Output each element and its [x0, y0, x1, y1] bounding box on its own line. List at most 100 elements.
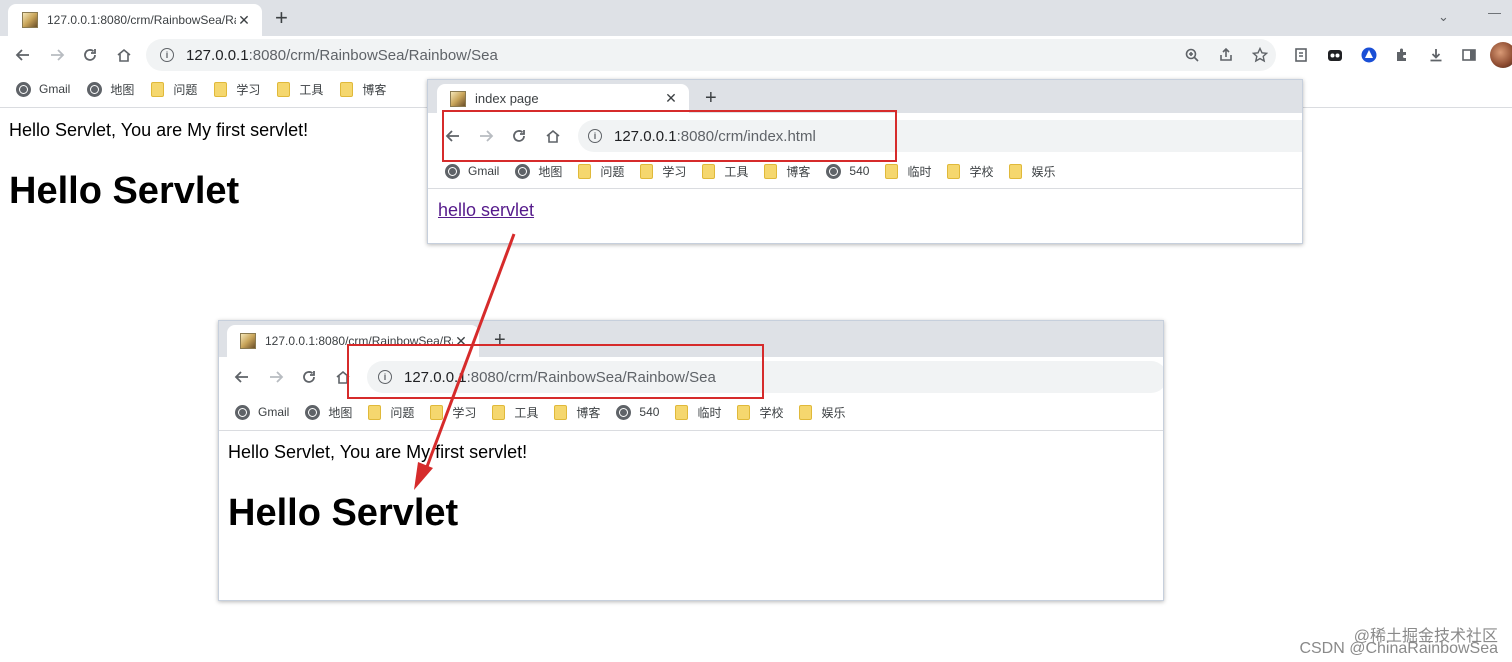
- bookmark-folder-tools[interactable]: 工具: [277, 81, 323, 98]
- extensions-puzzle-icon[interactable]: [1391, 44, 1413, 66]
- main-bookmarks-bar: Gmail 地图 问题 学习 工具 博客: [16, 80, 386, 98]
- globe-icon: [515, 163, 531, 179]
- bookmark-folder-questions[interactable]: 问题: [578, 163, 624, 180]
- bookmark-gmail[interactable]: Gmail: [16, 81, 70, 97]
- main-tab-strip: 127.0.0.1:8080/crm/RainbowSea/Rainbow/Se…: [0, 0, 1512, 36]
- close-icon[interactable]: ✕: [663, 90, 679, 107]
- bookmark-folder-study[interactable]: 学习: [640, 163, 686, 180]
- index-url-highlight-box: [442, 110, 897, 162]
- globe-icon: [16, 81, 31, 97]
- bookmark-folder-tools[interactable]: 工具: [702, 163, 748, 180]
- folder-icon: [702, 163, 716, 179]
- folder-icon: [764, 163, 778, 179]
- forward-icon[interactable]: [46, 44, 68, 66]
- result-toolbar-divider: [219, 430, 1163, 431]
- chevron-down-icon[interactable]: ⌄: [1438, 9, 1449, 25]
- bookmark-folder-blog[interactable]: 博客: [340, 81, 386, 98]
- result-paragraph: Hello Servlet, You are My first servlet!: [228, 442, 528, 462]
- folder-icon: [340, 81, 354, 97]
- bookmark-folder-blog[interactable]: 博客: [764, 163, 810, 180]
- close-icon[interactable]: ✕: [236, 12, 252, 28]
- result-heading: Hello Servlet: [228, 492, 459, 534]
- site-favicon-icon: [450, 90, 466, 107]
- folder-icon: [885, 163, 899, 179]
- home-icon[interactable]: [113, 44, 135, 66]
- globe-icon: [826, 163, 842, 179]
- bookmark-map[interactable]: 地图: [87, 81, 134, 98]
- folder-icon: [492, 404, 506, 420]
- bookmark-folder-temp[interactable]: 临时: [885, 163, 931, 180]
- main-tab[interactable]: 127.0.0.1:8080/crm/RainbowSea/Rainbow/Se…: [8, 4, 262, 36]
- globe-icon: [616, 404, 632, 420]
- result-url-highlight-box: [347, 344, 764, 399]
- folder-icon: [554, 404, 568, 420]
- folder-icon: [737, 404, 751, 420]
- reload-icon[interactable]: [298, 366, 320, 388]
- reload-icon[interactable]: [79, 44, 101, 66]
- globe-icon: [87, 81, 103, 97]
- folder-icon: [368, 404, 382, 420]
- bookmark-540[interactable]: 540: [616, 404, 659, 420]
- extension-app-icon[interactable]: [1324, 44, 1346, 66]
- bookmark-star-icon[interactable]: [1249, 44, 1271, 66]
- folder-icon: [151, 81, 165, 97]
- index-bookmarks-bar: Gmail 地图 问题 学习 工具 博客 540 临时 学校 娱乐: [445, 162, 1056, 180]
- folder-icon: [578, 163, 592, 179]
- bookmark-map[interactable]: 地图: [515, 163, 562, 180]
- bookmark-map[interactable]: 地图: [305, 404, 352, 421]
- address-bar[interactable]: i 127.0.0.1:8080/crm/RainbowSea/Rainbow/…: [146, 39, 1276, 71]
- zoom-icon[interactable]: [1181, 44, 1203, 66]
- index-tab-title: index page: [475, 91, 539, 106]
- forward-icon[interactable]: [265, 366, 287, 388]
- index-tab[interactable]: index page ✕: [437, 84, 689, 113]
- bookmark-folder-tools[interactable]: 工具: [492, 404, 538, 421]
- index-toolbar-divider: [428, 188, 1302, 189]
- folder-icon: [1009, 163, 1023, 179]
- side-panel-icon[interactable]: [1458, 44, 1480, 66]
- bookmark-folder-questions[interactable]: 问题: [368, 404, 414, 421]
- globe-icon: [445, 163, 460, 179]
- folder-icon: [799, 404, 813, 420]
- back-icon[interactable]: [12, 44, 34, 66]
- bookmark-folder-questions[interactable]: 问题: [151, 81, 197, 98]
- page-heading: Hello Servlet: [9, 170, 240, 212]
- folder-icon: [675, 404, 689, 420]
- hello-servlet-link[interactable]: hello servlet: [438, 200, 534, 221]
- bookmark-folder-temp[interactable]: 临时: [675, 404, 721, 421]
- folder-icon: [277, 81, 291, 97]
- new-tab-icon[interactable]: +: [275, 7, 288, 29]
- tab-search-icon[interactable]: [1290, 44, 1312, 66]
- share-icon[interactable]: [1215, 44, 1237, 66]
- extension-blue-icon[interactable]: [1358, 44, 1380, 66]
- globe-icon: [235, 404, 250, 420]
- site-info-icon[interactable]: i: [160, 48, 174, 62]
- watermark-line-2: CSDN @ChinaRainbowSea: [1299, 640, 1498, 657]
- minimize-icon[interactable]: —: [1488, 5, 1501, 20]
- profile-avatar[interactable]: [1490, 42, 1512, 68]
- folder-icon: [640, 163, 654, 179]
- folder-icon: [947, 163, 961, 179]
- globe-icon: [305, 404, 321, 420]
- bookmark-folder-school[interactable]: 学校: [737, 404, 783, 421]
- bookmark-gmail[interactable]: Gmail: [235, 404, 289, 420]
- site-favicon-icon: [22, 12, 38, 28]
- bookmark-folder-entertainment[interactable]: 娱乐: [1009, 163, 1056, 180]
- bookmark-540[interactable]: 540: [826, 163, 869, 179]
- new-tab-icon[interactable]: +: [705, 88, 717, 108]
- folder-icon: [430, 404, 444, 420]
- back-icon[interactable]: [231, 366, 253, 388]
- bookmark-folder-blog[interactable]: 博客: [554, 404, 600, 421]
- main-toolbar: i 127.0.0.1:8080/crm/RainbowSea/Rainbow/…: [0, 36, 1512, 74]
- bookmark-folder-study[interactable]: 学习: [214, 81, 260, 98]
- download-icon[interactable]: [1425, 44, 1447, 66]
- bookmark-folder-entertainment[interactable]: 娱乐: [799, 404, 846, 421]
- main-tab-title: 127.0.0.1:8080/crm/RainbowSea/Rainbow/Se…: [47, 13, 236, 27]
- bookmark-folder-study[interactable]: 学习: [430, 404, 476, 421]
- site-favicon-icon: [240, 333, 256, 349]
- bookmark-folder-school[interactable]: 学校: [947, 163, 993, 180]
- result-bookmarks-bar: Gmail 地图 问题 学习 工具 博客 540 临时 学校 娱乐: [235, 403, 846, 421]
- bookmark-gmail[interactable]: Gmail: [445, 163, 499, 179]
- page-paragraph: Hello Servlet, You are My first servlet!: [9, 120, 309, 140]
- address-url[interactable]: 127.0.0.1:8080/crm/RainbowSea/Rainbow/Se…: [186, 47, 498, 64]
- folder-icon: [214, 81, 228, 97]
